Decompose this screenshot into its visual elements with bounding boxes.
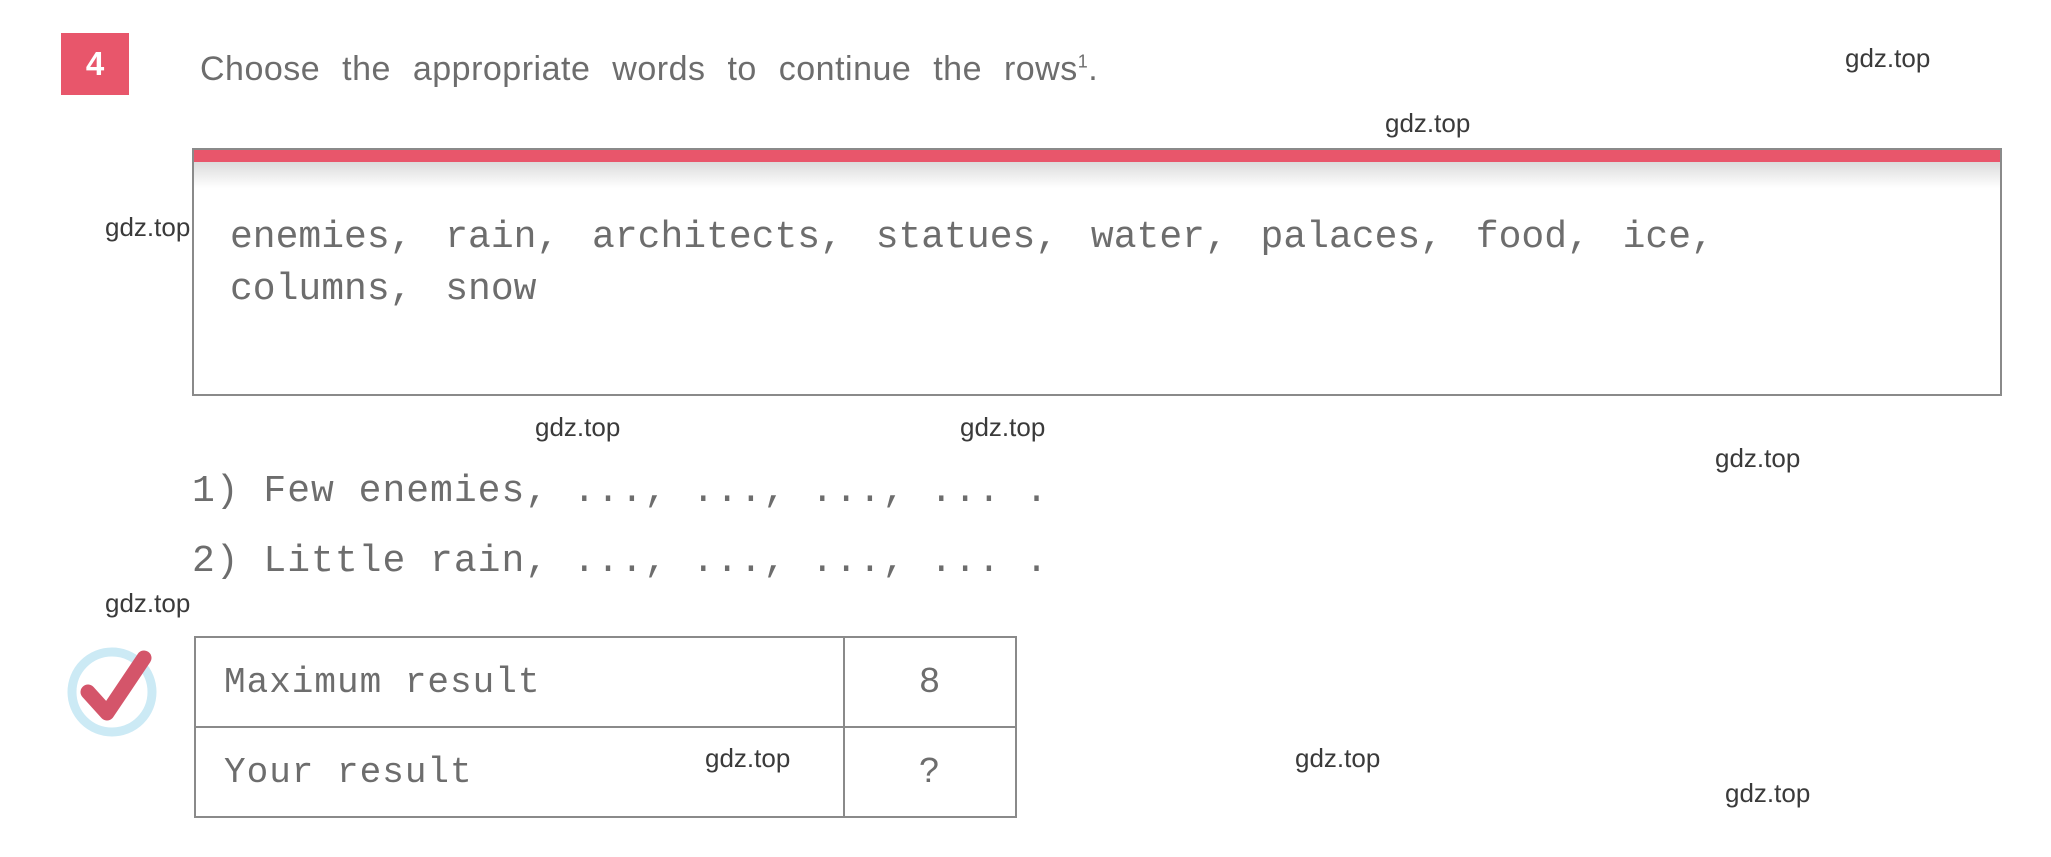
task-row-1: 1) Few enemies, ..., ..., ..., ... . xyxy=(192,470,1049,513)
task-row-1-label: 1) xyxy=(192,470,240,513)
watermark: gdz.top xyxy=(1385,108,1471,138)
watermark: gdz.top xyxy=(1715,443,1801,473)
task-row-1-text: Few enemies, ..., ..., ..., ... . xyxy=(263,470,1049,513)
maximum-result-label: Maximum result xyxy=(194,636,845,728)
task-instruction-period: . xyxy=(1088,50,1099,88)
task-instruction-text: Choose the appropriate words to continue… xyxy=(200,50,1078,88)
word-bank-inner-shadow xyxy=(194,162,2000,188)
checkmark-badge xyxy=(62,640,162,740)
table-row: Your result ? xyxy=(194,726,1017,818)
watermark: gdz.top xyxy=(960,412,1046,442)
watermark: gdz.top xyxy=(1725,778,1811,808)
watermark: gdz.top xyxy=(535,412,621,442)
watermark: gdz.top xyxy=(105,212,191,242)
watermark: gdz.top xyxy=(105,588,191,618)
exercise-number-badge: 4 xyxy=(61,33,129,95)
word-bank-list: enemies, rain, architects, statues, wate… xyxy=(230,212,1990,315)
word-bank-line-2: columns, snow xyxy=(230,267,537,311)
watermark: gdz.top xyxy=(1845,43,1931,73)
maximum-result-value: 8 xyxy=(843,636,1017,728)
task-row-2-text: Little rain, ..., ..., ..., ... . xyxy=(263,540,1049,583)
word-bank-line-1: enemies, rain, architects, statues, wate… xyxy=(230,216,1714,259)
task-instruction: Choose the appropriate words to continue… xyxy=(200,50,1440,89)
result-table: Maximum result 8 Your result ? xyxy=(194,636,1017,818)
footnote-marker: 1 xyxy=(1077,51,1089,72)
task-row-2-label: 2) xyxy=(192,540,240,583)
checkmark-icon xyxy=(67,647,157,737)
table-row: Maximum result 8 xyxy=(194,636,1017,728)
watermark: gdz.top xyxy=(1295,743,1381,773)
your-result-value[interactable]: ? xyxy=(843,726,1017,818)
your-result-label: Your result xyxy=(194,726,845,818)
word-bank-accent-bar xyxy=(194,150,2000,162)
task-row-2: 2) Little rain, ..., ..., ..., ... . xyxy=(192,540,1049,583)
word-bank-box: enemies, rain, architects, statues, wate… xyxy=(192,148,2002,396)
